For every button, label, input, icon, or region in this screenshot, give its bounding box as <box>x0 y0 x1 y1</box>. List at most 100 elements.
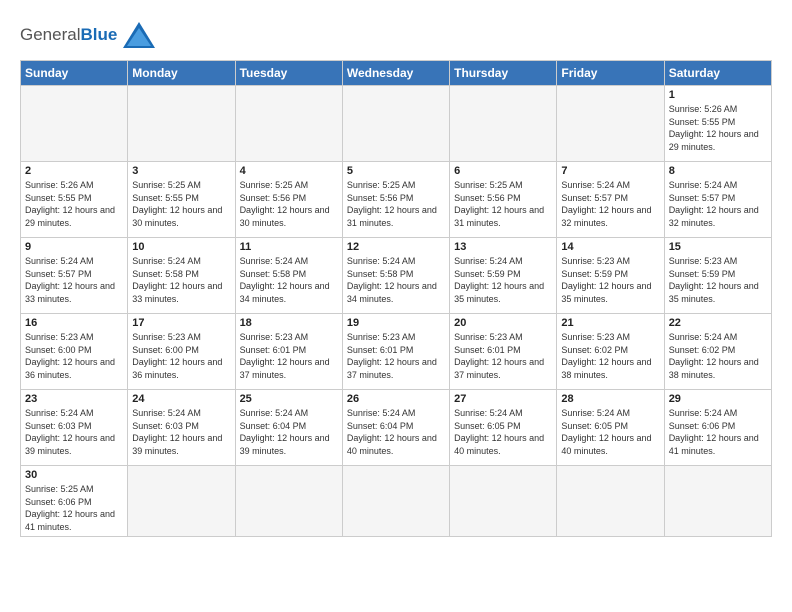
calendar-cell: 15Sunrise: 5:23 AM Sunset: 5:59 PM Dayli… <box>664 238 771 314</box>
day-info: Sunrise: 5:24 AM Sunset: 5:59 PM Dayligh… <box>454 255 552 305</box>
day-number: 2 <box>25 165 123 177</box>
logo-icon <box>121 20 157 50</box>
day-number: 29 <box>669 393 767 405</box>
day-info: Sunrise: 5:23 AM Sunset: 6:01 PM Dayligh… <box>347 331 445 381</box>
calendar-cell <box>21 86 128 162</box>
day-number: 8 <box>669 165 767 177</box>
day-info: Sunrise: 5:24 AM Sunset: 5:58 PM Dayligh… <box>347 255 445 305</box>
day-info: Sunrise: 5:23 AM Sunset: 6:01 PM Dayligh… <box>240 331 338 381</box>
calendar-cell: 13Sunrise: 5:24 AM Sunset: 5:59 PM Dayli… <box>450 238 557 314</box>
day-info: Sunrise: 5:25 AM Sunset: 6:06 PM Dayligh… <box>25 483 123 533</box>
calendar-cell: 6 Sunrise: 5:25 AM Sunset: 5:56 PM Daylig… <box>450 162 557 238</box>
day-info: Sunrise: 5:23 AM Sunset: 6:00 PM Dayligh… <box>25 331 123 381</box>
day-number: 1 <box>669 89 767 101</box>
day-number: 27 <box>454 393 552 405</box>
calendar-week-2: 9Sunrise: 5:24 AM Sunset: 5:57 PM Daylig… <box>21 238 772 314</box>
day-info: Sunrise: 5:25 AM Sunset: 5:56 PM Dayligh… <box>240 179 338 229</box>
calendar-cell: 24 Sunrise: 5:24 AM Sunset: 6:03 PM Dayli… <box>128 390 235 466</box>
calendar-week-4: 23Sunrise: 5:24 AM Sunset: 6:03 PM Dayli… <box>21 390 772 466</box>
day-info: Sunrise: 5:24 AM Sunset: 5:58 PM Dayligh… <box>132 255 230 305</box>
page: GeneralBlue SundayMondayTuesdayWednesday… <box>0 0 792 612</box>
calendar-cell: 28Sunrise: 5:24 AM Sunset: 6:05 PM Dayli… <box>557 390 664 466</box>
day-number: 12 <box>347 241 445 253</box>
calendar-week-0: 1 Sunrise: 5:26 AM Sunset: 5:55 PM Daylig… <box>21 86 772 162</box>
day-number: 4 <box>240 165 338 177</box>
calendar-cell: 1 Sunrise: 5:26 AM Sunset: 5:55 PM Daylig… <box>664 86 771 162</box>
calendar-cell: 18Sunrise: 5:23 AM Sunset: 6:01 PM Dayli… <box>235 314 342 390</box>
day-number: 26 <box>347 393 445 405</box>
calendar-cell: 4 Sunrise: 5:25 AM Sunset: 5:56 PM Daylig… <box>235 162 342 238</box>
day-info: Sunrise: 5:23 AM Sunset: 5:59 PM Dayligh… <box>669 255 767 305</box>
day-info: Sunrise: 5:24 AM Sunset: 6:06 PM Dayligh… <box>669 407 767 457</box>
day-info: Sunrise: 5:26 AM Sunset: 5:55 PM Dayligh… <box>669 103 767 153</box>
calendar-cell <box>342 466 449 537</box>
logo: GeneralBlue <box>20 20 157 50</box>
calendar-cell: 21Sunrise: 5:23 AM Sunset: 6:02 PM Dayli… <box>557 314 664 390</box>
day-number: 22 <box>669 317 767 329</box>
day-number: 28 <box>561 393 659 405</box>
calendar-table: SundayMondayTuesdayWednesdayThursdayFrid… <box>20 60 772 537</box>
calendar-cell: 10 Sunrise: 5:24 AM Sunset: 5:58 PM Dayli… <box>128 238 235 314</box>
calendar-cell: 22 Sunrise: 5:24 AM Sunset: 6:02 PM Dayli… <box>664 314 771 390</box>
day-info: Sunrise: 5:25 AM Sunset: 5:56 PM Dayligh… <box>347 179 445 229</box>
calendar-cell <box>342 86 449 162</box>
day-number: 6 <box>454 165 552 177</box>
day-number: 21 <box>561 317 659 329</box>
calendar-cell <box>128 466 235 537</box>
calendar-cell: 9Sunrise: 5:24 AM Sunset: 5:57 PM Daylig… <box>21 238 128 314</box>
calendar-cell: 20Sunrise: 5:23 AM Sunset: 6:01 PM Dayli… <box>450 314 557 390</box>
calendar-cell: 14 Sunrise: 5:23 AM Sunset: 5:59 PM Dayli… <box>557 238 664 314</box>
calendar-cell <box>557 466 664 537</box>
calendar-cell: 11Sunrise: 5:24 AM Sunset: 5:58 PM Dayli… <box>235 238 342 314</box>
day-number: 24 <box>132 393 230 405</box>
day-info: Sunrise: 5:24 AM Sunset: 6:04 PM Dayligh… <box>240 407 338 457</box>
calendar-cell: 25 Sunrise: 5:24 AM Sunset: 6:04 PM Dayli… <box>235 390 342 466</box>
header-day-monday: Monday <box>128 61 235 86</box>
calendar-cell <box>557 86 664 162</box>
calendar-cell: 3 Sunrise: 5:25 AM Sunset: 5:55 PM Daylig… <box>128 162 235 238</box>
calendar-cell: 8 Sunrise: 5:24 AM Sunset: 5:57 PM Daylig… <box>664 162 771 238</box>
day-info: Sunrise: 5:24 AM Sunset: 5:58 PM Dayligh… <box>240 255 338 305</box>
calendar-cell <box>450 86 557 162</box>
day-info: Sunrise: 5:24 AM Sunset: 6:05 PM Dayligh… <box>454 407 552 457</box>
day-info: Sunrise: 5:24 AM Sunset: 5:57 PM Dayligh… <box>669 179 767 229</box>
day-number: 14 <box>561 241 659 253</box>
logo-line1: GeneralBlue <box>20 25 117 45</box>
day-number: 3 <box>132 165 230 177</box>
header-day-tuesday: Tuesday <box>235 61 342 86</box>
calendar-cell: 7 Sunrise: 5:24 AM Sunset: 5:57 PM Daylig… <box>557 162 664 238</box>
calendar-week-3: 16 Sunrise: 5:23 AM Sunset: 6:00 PM Dayli… <box>21 314 772 390</box>
day-info: Sunrise: 5:26 AM Sunset: 5:55 PM Dayligh… <box>25 179 123 229</box>
calendar-cell: 26 Sunrise: 5:24 AM Sunset: 6:04 PM Dayli… <box>342 390 449 466</box>
header-day-friday: Friday <box>557 61 664 86</box>
calendar-cell <box>128 86 235 162</box>
header-day-wednesday: Wednesday <box>342 61 449 86</box>
day-number: 25 <box>240 393 338 405</box>
header-day-sunday: Sunday <box>21 61 128 86</box>
calendar-cell <box>235 86 342 162</box>
day-number: 19 <box>347 317 445 329</box>
calendar-cell: 2 Sunrise: 5:26 AM Sunset: 5:55 PM Daylig… <box>21 162 128 238</box>
day-number: 17 <box>132 317 230 329</box>
day-info: Sunrise: 5:24 AM Sunset: 5:57 PM Dayligh… <box>25 255 123 305</box>
day-info: Sunrise: 5:24 AM Sunset: 6:02 PM Dayligh… <box>669 331 767 381</box>
day-info: Sunrise: 5:25 AM Sunset: 5:56 PM Dayligh… <box>454 179 552 229</box>
day-number: 20 <box>454 317 552 329</box>
day-info: Sunrise: 5:24 AM Sunset: 6:04 PM Dayligh… <box>347 407 445 457</box>
header-day-saturday: Saturday <box>664 61 771 86</box>
day-info: Sunrise: 5:24 AM Sunset: 6:03 PM Dayligh… <box>132 407 230 457</box>
day-number: 30 <box>25 469 123 481</box>
header-row: SundayMondayTuesdayWednesdayThursdayFrid… <box>21 61 772 86</box>
calendar-cell <box>235 466 342 537</box>
day-info: Sunrise: 5:25 AM Sunset: 5:55 PM Dayligh… <box>132 179 230 229</box>
calendar-cell: 19 Sunrise: 5:23 AM Sunset: 6:01 PM Dayli… <box>342 314 449 390</box>
calendar-cell: 23Sunrise: 5:24 AM Sunset: 6:03 PM Dayli… <box>21 390 128 466</box>
day-info: Sunrise: 5:24 AM Sunset: 5:57 PM Dayligh… <box>561 179 659 229</box>
day-info: Sunrise: 5:23 AM Sunset: 5:59 PM Dayligh… <box>561 255 659 305</box>
calendar-cell: 30 Sunrise: 5:25 AM Sunset: 6:06 PM Dayli… <box>21 466 128 537</box>
header-day-thursday: Thursday <box>450 61 557 86</box>
day-number: 16 <box>25 317 123 329</box>
day-number: 5 <box>347 165 445 177</box>
day-number: 10 <box>132 241 230 253</box>
day-number: 7 <box>561 165 659 177</box>
